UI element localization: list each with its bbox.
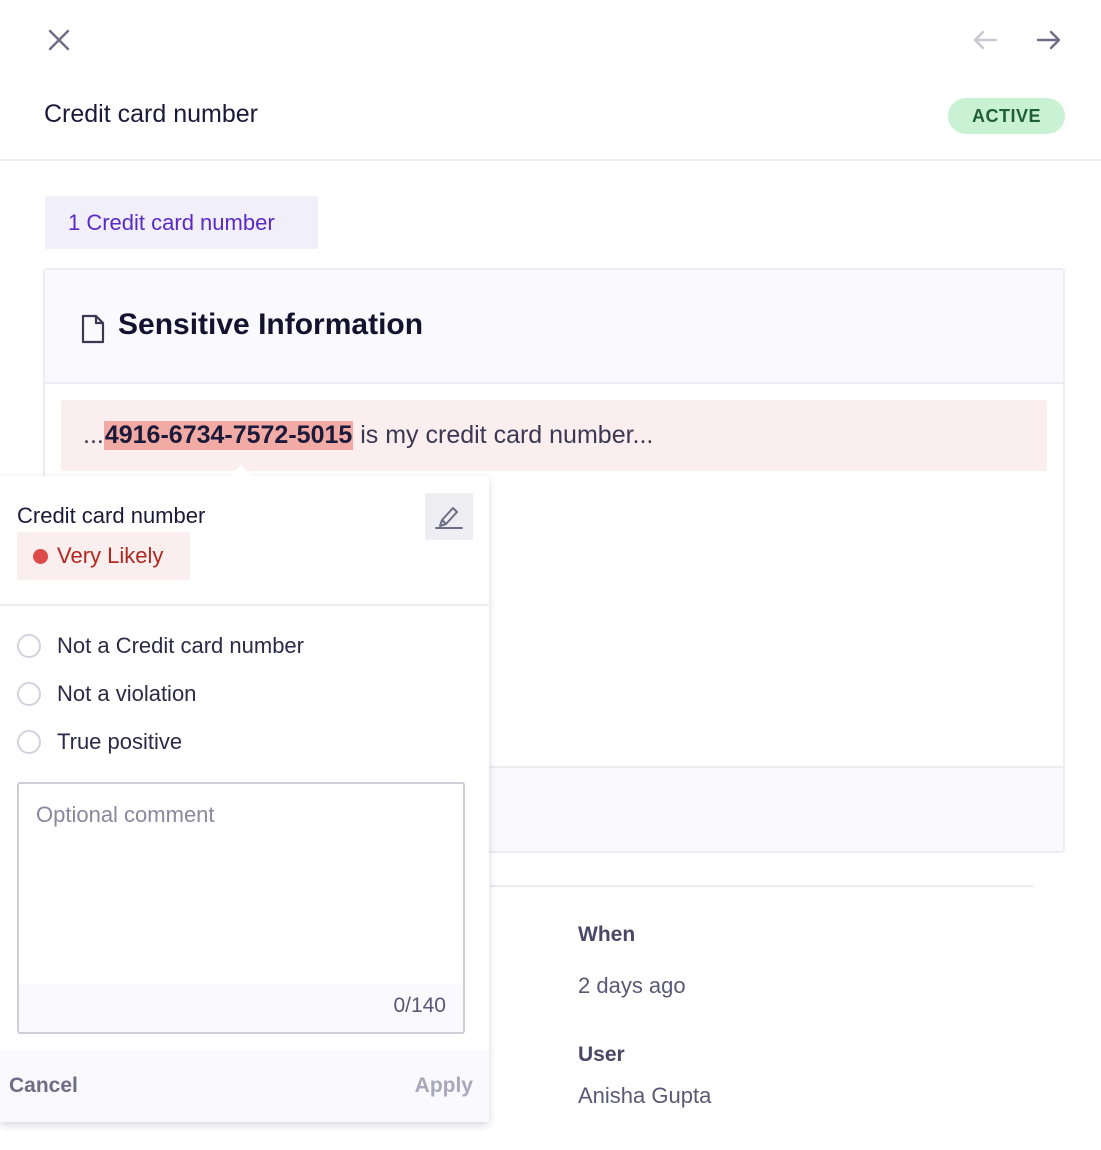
snippet-match-highlight[interactable]: 4916-6734-7572-5015 xyxy=(103,421,354,450)
status-badge: ACTIVE xyxy=(948,98,1065,134)
option-not-credit-card[interactable]: Not a Credit card number xyxy=(17,633,304,659)
divider xyxy=(490,885,1033,887)
close-button[interactable] xyxy=(39,20,79,60)
classification-popover: Credit card number Very Likely Not a Cre… xyxy=(0,465,489,1122)
page-header: Credit card number ACTIVE xyxy=(0,80,1101,161)
card-title: Sensitive Information xyxy=(118,308,424,341)
cancel-button[interactable]: Cancel xyxy=(9,1074,78,1098)
close-icon xyxy=(48,29,70,51)
user-label: User xyxy=(578,1043,625,1066)
content-snippet: ... 4916-6734-7572-5015 is my credit card… xyxy=(61,400,1047,471)
apply-button[interactable]: Apply xyxy=(415,1074,473,1098)
user-value: Anisha Gupta xyxy=(578,1083,712,1108)
snippet-suffix: is my credit card number... xyxy=(353,421,654,449)
popover-separator xyxy=(0,604,489,606)
comment-footer: 0/140 xyxy=(19,984,463,1032)
likelihood-label: Very Likely xyxy=(57,543,164,568)
popover-title: Credit card number xyxy=(17,503,206,528)
radio-button[interactable] xyxy=(17,682,41,706)
option-label: Not a violation xyxy=(57,681,197,706)
char-count: 0/140 xyxy=(393,994,446,1017)
likelihood-badge: Very Likely xyxy=(17,532,190,580)
option-label: Not a Credit card number xyxy=(57,633,304,658)
popover-actions: Cancel Apply xyxy=(0,1050,489,1122)
radio-button[interactable] xyxy=(17,634,41,658)
next-button[interactable] xyxy=(1029,20,1069,60)
radio-button[interactable] xyxy=(17,730,41,754)
snippet-prefix: ... xyxy=(83,421,104,449)
redact-button[interactable] xyxy=(425,493,473,540)
when-value: 2 days ago xyxy=(578,973,686,998)
option-not-violation[interactable]: Not a violation xyxy=(17,681,196,707)
option-label: True positive xyxy=(57,729,183,754)
redact-pen-icon xyxy=(435,506,463,529)
arrow-right-icon xyxy=(1036,30,1061,50)
popover-arrow xyxy=(229,465,253,477)
comment-field: 0/140 xyxy=(17,782,465,1034)
previous-button[interactable] xyxy=(965,20,1005,60)
when-label: When xyxy=(578,923,636,946)
card-header: Sensitive Information xyxy=(45,270,1063,384)
document-icon xyxy=(81,314,105,344)
arrow-left-icon xyxy=(973,30,998,50)
tab-credit-card-number[interactable]: 1 Credit card number xyxy=(45,196,318,249)
page-title: Credit card number xyxy=(44,100,258,128)
comment-input[interactable] xyxy=(19,784,463,984)
top-navigation xyxy=(0,0,1101,80)
likelihood-dot xyxy=(33,548,48,564)
option-true-positive[interactable]: True positive xyxy=(17,729,182,755)
